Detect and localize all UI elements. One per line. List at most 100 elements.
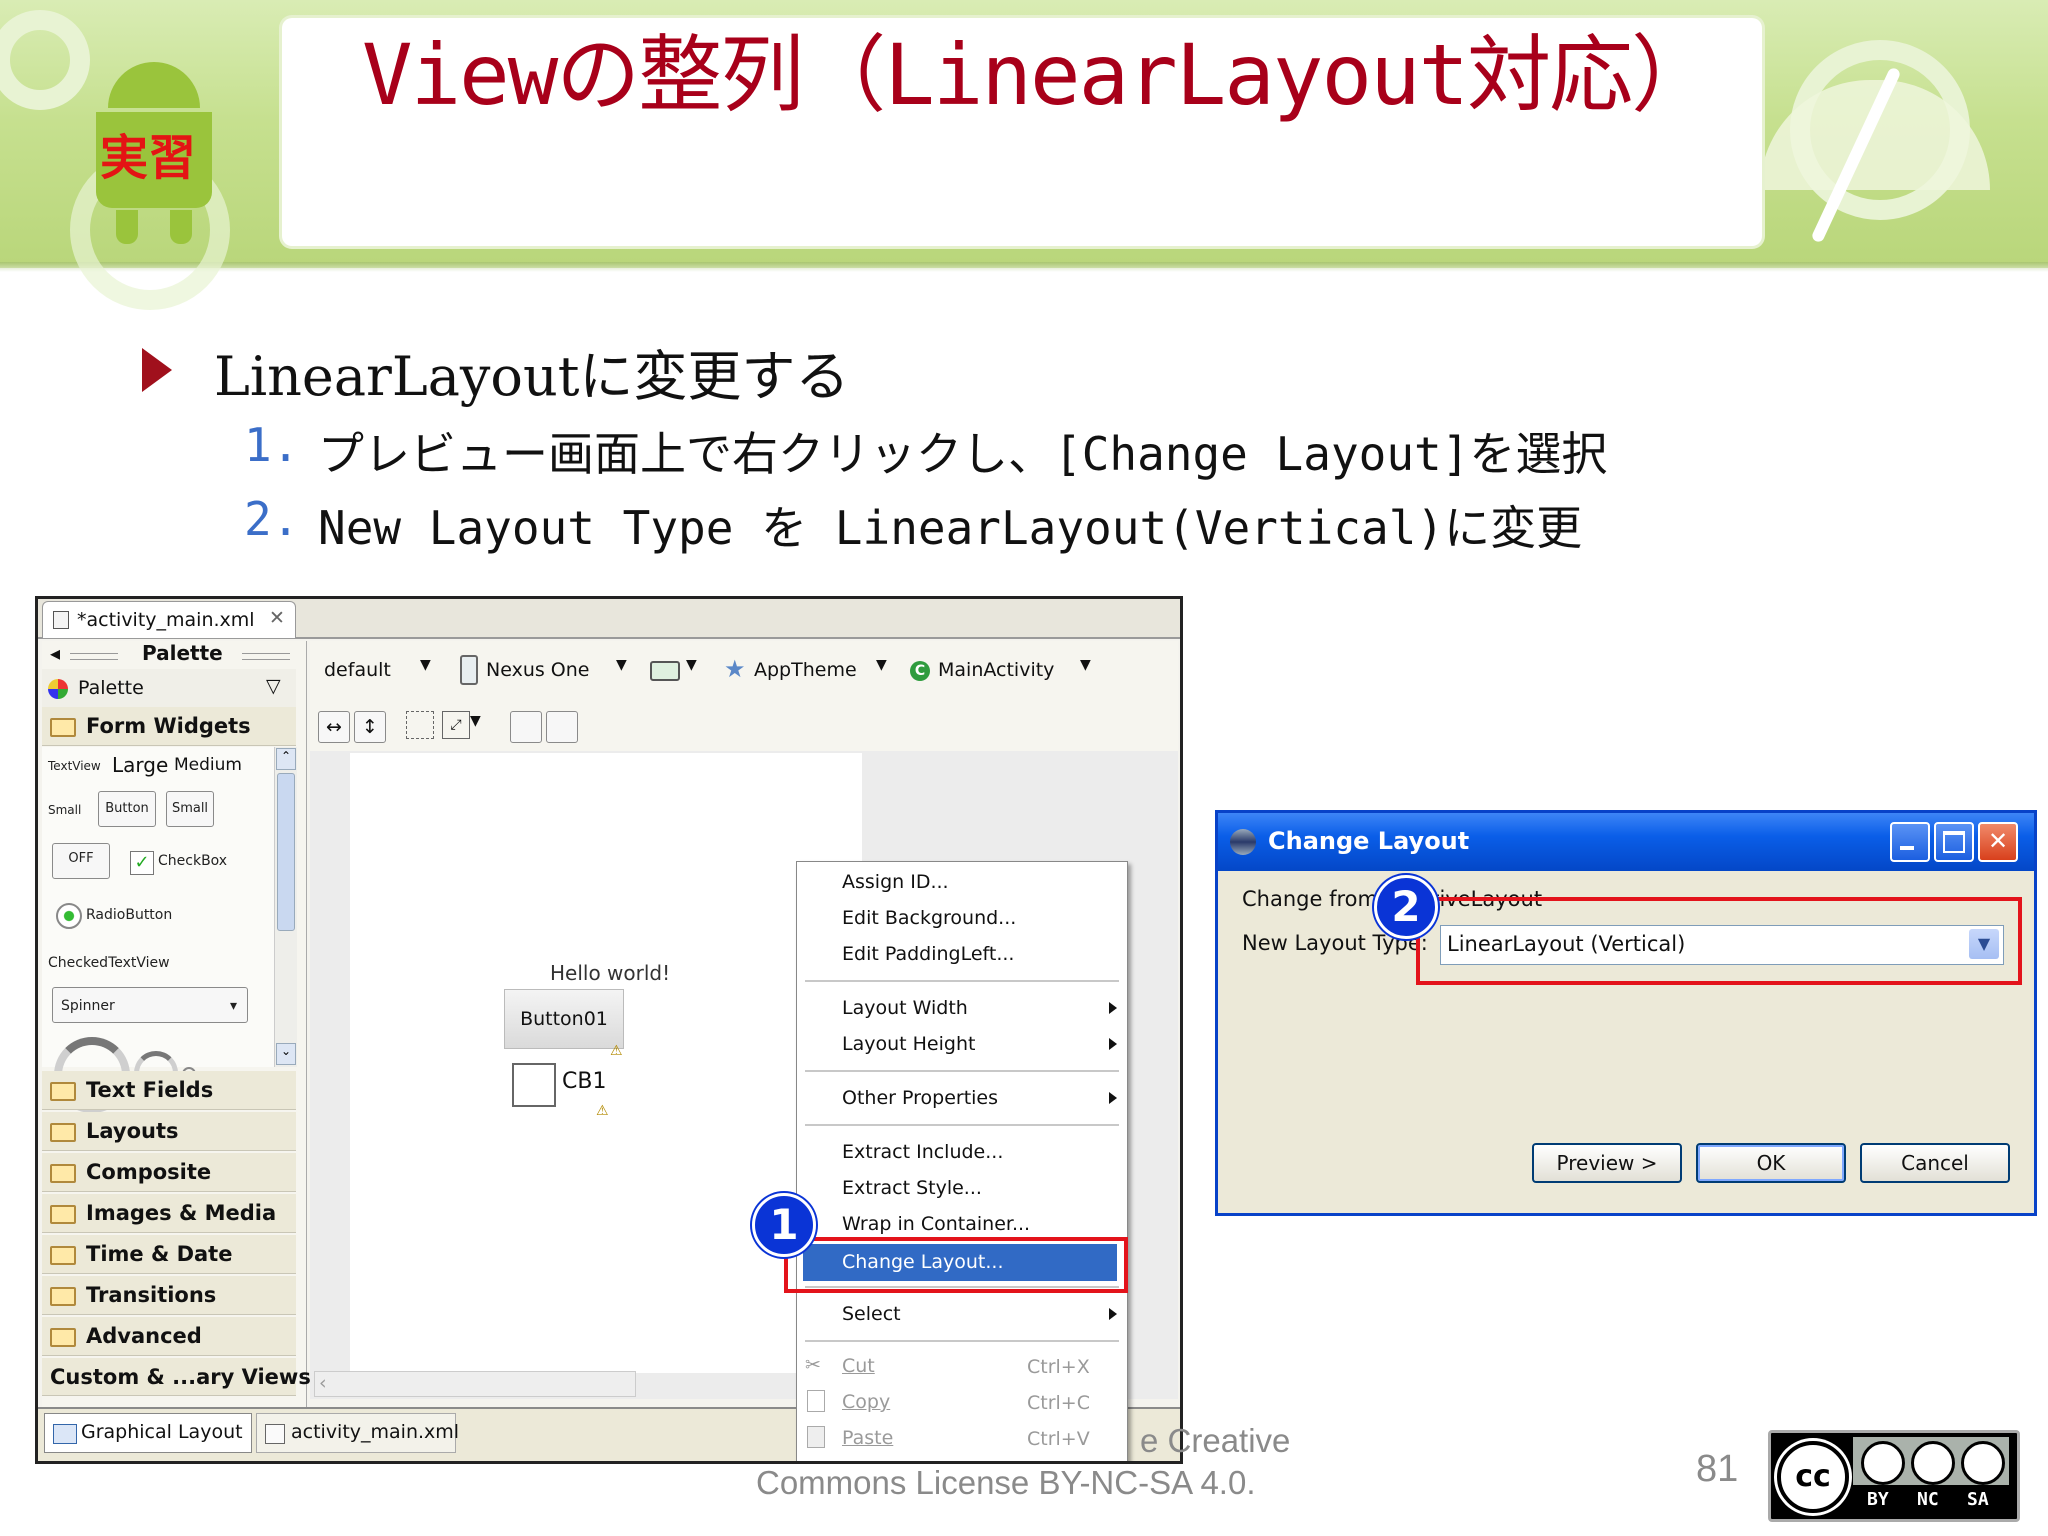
menu-item-edit-padding[interactable]: Edit PaddingLeft... [797,936,1172,973]
editor-tab[interactable]: *activity_main.xml ✕ [42,601,296,638]
chevron-down-icon[interactable]: ▽ [266,675,281,697]
zoom-fit-icon[interactable]: ⤢ [442,711,470,739]
category-label: Form Widgets [86,714,251,738]
widget-spinner[interactable]: Spinner ▾ [52,987,248,1023]
palette-category-form-widgets[interactable]: Form Widgets [42,707,296,746]
editor-tab-title: *activity_main.xml [77,609,255,631]
cc-license-badge: cc BY NC SA [1768,1430,2020,1522]
preview-button[interactable]: Button01 [504,989,624,1049]
folder-icon [50,1327,76,1347]
fill-height-icon[interactable]: ↕ [354,711,386,743]
preview-hello-text[interactable]: Hello world! [550,961,670,985]
preview-button[interactable]: Preview > [1532,1143,1682,1183]
category-label: Custom & ...ary Views [50,1365,311,1389]
menu-item-extract-style[interactable]: Extract Style... [797,1170,1172,1207]
chevron-down-icon[interactable]: ▼ [686,657,697,673]
widget-toggle-off[interactable]: OFF [52,843,110,879]
rotate-screen-icon[interactable] [650,661,680,681]
layout-actions-icon[interactable] [546,711,578,743]
step-number: 2. [244,492,300,546]
star-icon: ★ [724,655,746,683]
widget-textview[interactable]: TextView [48,759,101,773]
jisshu-badge: 実習 [100,130,197,186]
config-dropdown[interactable]: default [324,659,391,681]
preview-checkbox-label[interactable]: CB1 [562,1069,606,1094]
caret-down-icon: ▾ [229,998,237,1014]
xml-file-icon [265,1424,285,1444]
menu-separator [805,980,1119,982]
highlight-new-type [1416,897,2022,985]
horizontal-scrollbar[interactable]: ‹ [314,1371,636,1397]
fill-width-icon[interactable]: ↔ [318,711,350,743]
preview-checkbox-box[interactable] [512,1063,556,1107]
folder-icon [50,1204,76,1224]
dialog-titlebar[interactable]: Change Layout ✕ [1218,813,2034,871]
chevron-left-icon[interactable]: ‹ [319,1372,327,1394]
menu-item-cut[interactable]: Cut [797,1348,1062,1385]
margins-icon[interactable] [406,711,434,739]
activity-dropdown[interactable]: MainActivity [938,659,1054,681]
cc-icons-strip [1853,1437,2009,1485]
layout-actions-icon[interactable] [510,711,542,743]
chevron-up-icon[interactable]: ⌃ [276,748,296,770]
step-text: プレビュー画面上で右クリックし、[Change Layout]を選択 [318,427,1608,481]
palette-category[interactable]: Transitions [42,1276,296,1315]
widget-list: TextView Large Medium Small Button Small… [42,747,274,1113]
folder-icon [50,1286,76,1306]
palette-category[interactable]: Layouts [42,1112,296,1151]
palette-category[interactable]: Images & Media [42,1194,296,1233]
chevron-down-icon[interactable]: ▼ [1080,657,1091,673]
chevron-down-icon[interactable]: ⌄ [276,1043,296,1065]
bullet-arrow-icon [142,348,172,392]
palette-category[interactable]: Time & Date [42,1235,296,1274]
footer-line-1: e Creative [1140,1422,1291,1459]
palette-category[interactable]: Text Fields [42,1071,296,1110]
scroll-thumb[interactable] [277,773,295,931]
menu-item-edit-background[interactable]: Edit Background... [797,900,1172,937]
widget-checkbox[interactable]: CheckBox [158,853,227,869]
widget-medium[interactable]: Medium [174,755,242,775]
palette-dropdown[interactable]: Palette ▽ [42,669,296,708]
widget-small-text[interactable]: Small [48,803,81,817]
drag-handle[interactable] [242,653,290,660]
maximize-icon[interactable] [1934,822,1974,862]
tab-xml-source[interactable]: activity_main.xml [256,1413,459,1453]
chevron-left-icon[interactable]: ◂ [50,641,60,665]
minimize-icon[interactable] [1890,822,1930,862]
palette-scrollbar[interactable]: ⌃ ⌄ [274,747,297,1067]
category-label: Transitions [86,1283,217,1307]
close-icon[interactable]: ✕ [1978,822,2018,862]
widget-checkedtextview[interactable]: CheckedTextView [48,955,170,971]
step-number: 1. [244,418,300,472]
menu-item-extract-include[interactable]: Extract Include... [797,1134,1172,1171]
widget-large[interactable]: Large [112,753,168,777]
cancel-button[interactable]: Cancel [1860,1143,2010,1183]
minimize-glyph [1900,846,1914,850]
menu-item-copy[interactable]: Copy [797,1384,1062,1421]
chevron-down-icon[interactable]: ▼ [420,657,431,673]
menu-item-assign-id[interactable]: Assign ID... [797,864,1172,901]
close-icon[interactable]: ✕ [269,607,285,629]
cc-icon: cc [1777,1441,1849,1513]
drag-handle[interactable] [70,653,118,660]
dialog-title: Change Layout [1268,827,1470,855]
sharealike-icon [1961,1441,2005,1485]
widget-small-button[interactable]: Small [166,791,214,827]
theme-dropdown[interactable]: AppTheme [754,659,857,681]
palette-category[interactable]: Advanced [42,1317,296,1356]
device-dropdown[interactable]: Nexus One [486,659,589,681]
chevron-down-icon[interactable]: ▼ [876,657,887,673]
submenu-arrow-icon [1109,1092,1117,1104]
tab-graphical-layout[interactable]: Graphical Layout [44,1413,252,1453]
context-menu: Assign ID... Edit Background... Edit Pad… [796,861,1128,1461]
ok-button[interactable]: OK [1696,1143,1846,1183]
widget-radiobutton[interactable]: RadioButton [86,907,172,923]
chevron-down-icon[interactable]: ▼ [470,713,481,729]
category-label: Composite [86,1160,212,1184]
folder-icon [50,1122,76,1142]
warning-icon: ⚠ [596,1103,609,1119]
widget-button[interactable]: Button [98,791,156,827]
palette-category[interactable]: Custom & ...ary Views [42,1358,311,1396]
chevron-down-icon[interactable]: ▼ [616,657,627,673]
palette-category[interactable]: Composite [42,1153,296,1192]
